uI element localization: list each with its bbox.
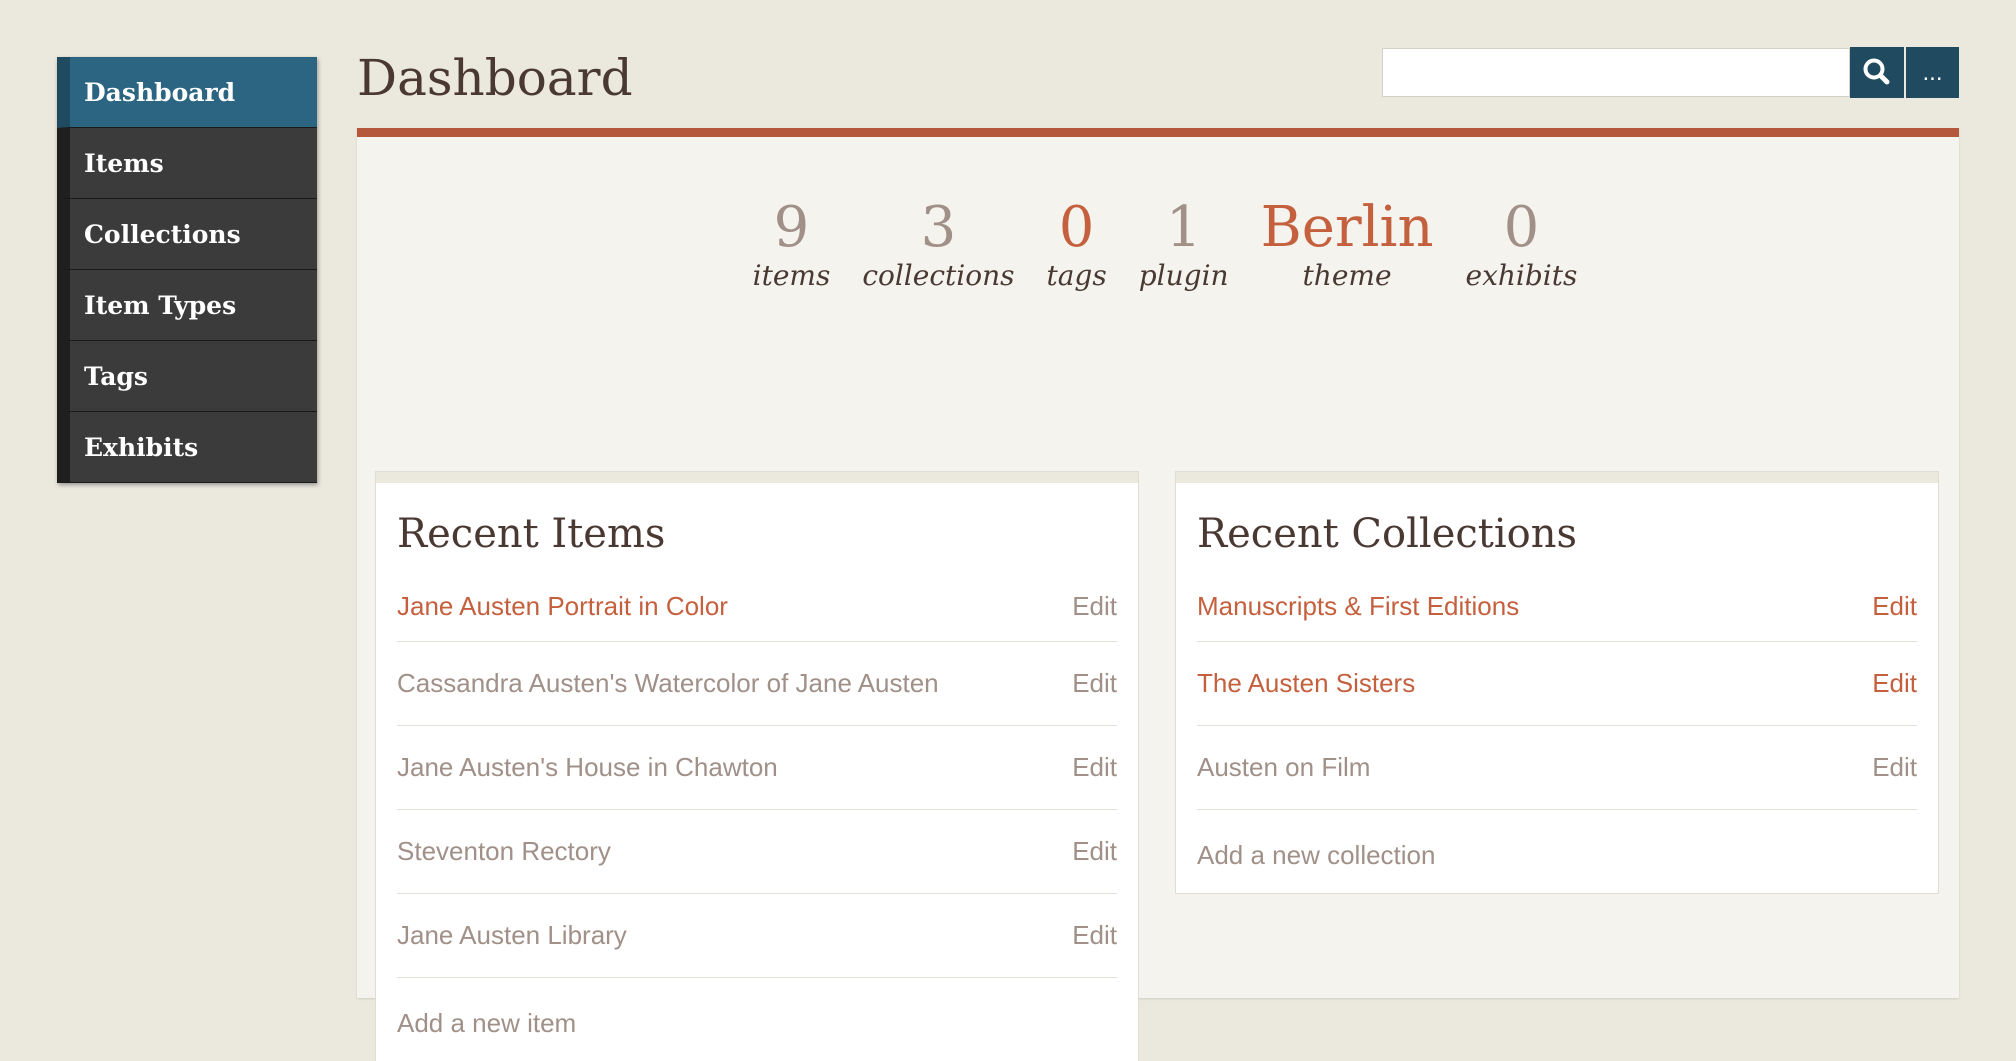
- stats-bar: 9 items 3 collections 0 tags 1 plugin Be…: [357, 197, 1959, 293]
- search-icon: [1863, 58, 1890, 85]
- item-link[interactable]: Steventon Rectory: [397, 836, 611, 867]
- nav-item-exhibits[interactable]: Exhibits: [57, 412, 317, 483]
- collection-link[interactable]: Austen on Film: [1197, 752, 1370, 783]
- list-item: Jane Austen Library Edit: [397, 894, 1117, 978]
- stat-items[interactable]: 9 items: [752, 197, 832, 293]
- list-item: Austen on Film Edit: [1197, 726, 1917, 810]
- list-item: Steventon Rectory Edit: [397, 810, 1117, 894]
- search-input[interactable]: [1382, 48, 1850, 97]
- edit-link[interactable]: Edit: [1872, 752, 1917, 783]
- stat-label: items: [752, 259, 831, 292]
- collection-link[interactable]: Manuscripts & First Editions: [1197, 591, 1519, 622]
- recent-items-title: Recent Items: [397, 511, 666, 557]
- edit-link[interactable]: Edit: [1872, 668, 1917, 699]
- recent-collections-title: Recent Collections: [1197, 511, 1577, 557]
- advanced-search-button[interactable]: ...: [1906, 47, 1959, 98]
- stat-value: Berlin: [1260, 195, 1434, 260]
- stat-label: collections: [862, 259, 1015, 292]
- edit-link[interactable]: Edit: [1072, 668, 1117, 699]
- edit-link[interactable]: Edit: [1072, 591, 1117, 622]
- recent-collections-card: Recent Collections Manuscripts & First E…: [1176, 472, 1938, 893]
- nav-item-item-types[interactable]: Item Types: [57, 270, 317, 341]
- stat-value: 3: [920, 195, 957, 260]
- item-link[interactable]: Jane Austen Library: [397, 920, 627, 951]
- list-item: Jane Austen's House in Chawton Edit: [397, 726, 1117, 810]
- stat-value: 0: [1058, 195, 1095, 260]
- search-button[interactable]: [1850, 47, 1904, 98]
- add-new-item-link[interactable]: Add a new item: [397, 978, 1117, 1039]
- stat-value: 9: [773, 195, 810, 260]
- edit-link[interactable]: Edit: [1872, 591, 1917, 622]
- stat-label: exhibits: [1465, 259, 1578, 292]
- list-item: Jane Austen Portrait in Color Edit: [397, 571, 1117, 642]
- main-nav: Dashboard Items Collections Item Types T…: [57, 57, 317, 483]
- edit-link[interactable]: Edit: [1072, 752, 1117, 783]
- collection-link[interactable]: The Austen Sisters: [1197, 668, 1415, 699]
- stat-label: plugin: [1138, 259, 1229, 292]
- item-link[interactable]: Jane Austen's House in Chawton: [397, 752, 778, 783]
- nav-item-collections[interactable]: Collections: [57, 199, 317, 270]
- list-item: Manuscripts & First Editions Edit: [1197, 571, 1917, 642]
- stat-collections[interactable]: 3 collections: [861, 197, 1015, 293]
- edit-link[interactable]: Edit: [1072, 836, 1117, 867]
- nav-item-dashboard[interactable]: Dashboard: [57, 57, 317, 128]
- stat-label: tags: [1046, 259, 1107, 292]
- stat-exhibits[interactable]: 0 exhibits: [1465, 197, 1579, 293]
- stat-theme[interactable]: Berlin theme: [1260, 197, 1435, 293]
- stat-value: 1: [1165, 195, 1202, 260]
- stat-plugin[interactable]: 1 plugin: [1138, 197, 1230, 293]
- nav-item-items[interactable]: Items: [57, 128, 317, 199]
- recent-items-card: Recent Items Jane Austen Portrait in Col…: [376, 472, 1138, 1061]
- stat-value: 0: [1503, 195, 1540, 260]
- add-new-collection-link[interactable]: Add a new collection: [1197, 810, 1917, 871]
- page-title: Dashboard: [357, 49, 633, 107]
- stat-tags[interactable]: 0 tags: [1045, 197, 1107, 293]
- list-item: Cassandra Austen's Watercolor of Jane Au…: [397, 642, 1117, 726]
- list-item: The Austen Sisters Edit: [1197, 642, 1917, 726]
- nav-item-tags[interactable]: Tags: [57, 341, 317, 412]
- item-link[interactable]: Jane Austen Portrait in Color: [397, 591, 728, 622]
- edit-link[interactable]: Edit: [1072, 920, 1117, 951]
- dashboard-panel: 9 items 3 collections 0 tags 1 plugin Be…: [357, 128, 1959, 1061]
- stat-label: theme: [1302, 259, 1392, 292]
- item-link[interactable]: Cassandra Austen's Watercolor of Jane Au…: [397, 668, 939, 699]
